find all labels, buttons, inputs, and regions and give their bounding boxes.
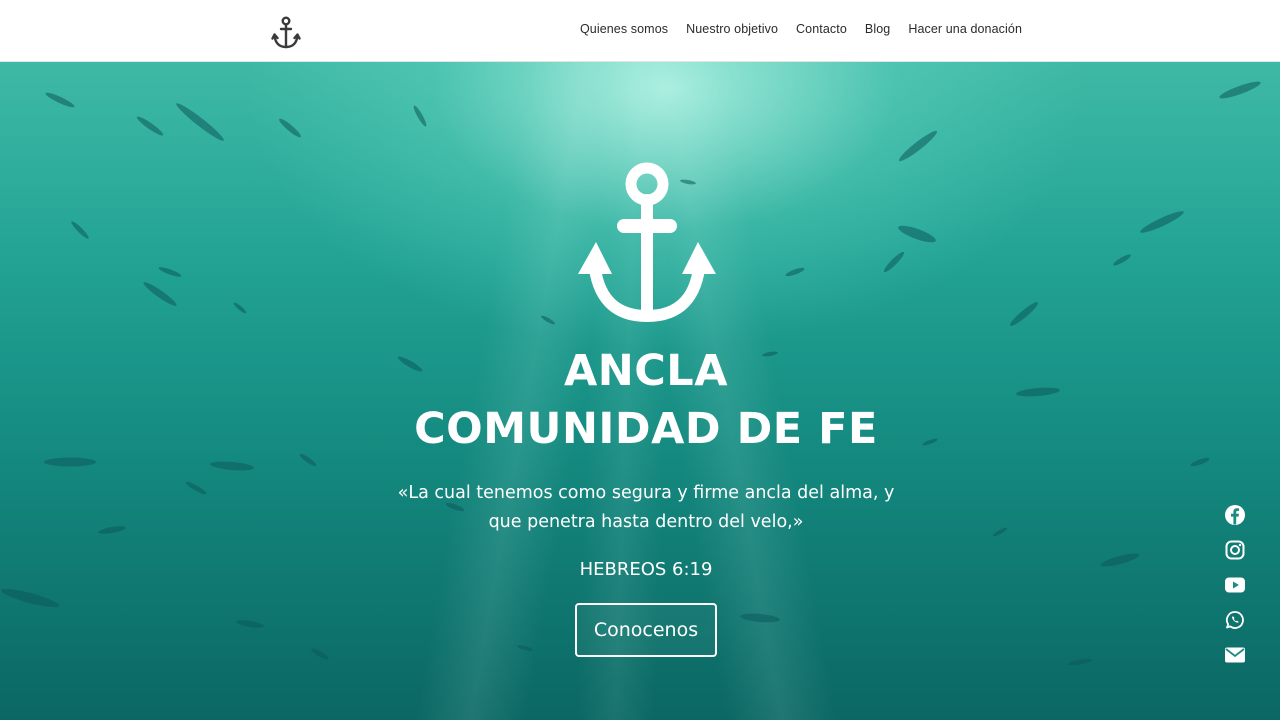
bible-quote: «La cual tenemos como segura y firme anc…: [370, 479, 922, 537]
nav-nuestro-objetivo[interactable]: Nuestro objetivo: [686, 22, 778, 36]
nav-hacer-una-donacion[interactable]: Hacer una donación: [908, 22, 1022, 36]
instagram-icon[interactable]: [1222, 537, 1248, 563]
whatsapp-icon[interactable]: [1222, 607, 1248, 633]
site-header: Quienes somos Nuestro objetivo Contacto …: [0, 0, 1280, 62]
youtube-icon[interactable]: [1222, 572, 1248, 598]
conocenos-button[interactable]: Conocenos: [575, 603, 717, 657]
anchor-icon: [578, 162, 716, 322]
hero-content: ANCLA COMUNIDAD DE FE «La cual tenemos c…: [0, 62, 1280, 720]
social-links: [1222, 500, 1248, 670]
quote-line-2: que penetra hasta dentro del velo,»: [488, 512, 804, 532]
email-icon[interactable]: [1222, 642, 1248, 668]
anchor-logo-icon[interactable]: [271, 16, 301, 50]
page-title: ANCLA COMUNIDAD DE FE: [340, 342, 952, 458]
quote-line-1: «La cual tenemos como segura y firme anc…: [397, 483, 895, 503]
title-line-1: ANCLA: [563, 346, 728, 396]
hero-section: ANCLA COMUNIDAD DE FE «La cual tenemos c…: [0, 62, 1280, 720]
nav-contacto[interactable]: Contacto: [796, 22, 847, 36]
nav-blog[interactable]: Blog: [865, 22, 890, 36]
nav-quienes-somos[interactable]: Quienes somos: [580, 22, 668, 36]
facebook-icon[interactable]: [1222, 502, 1248, 528]
title-line-2: COMUNIDAD DE FE: [414, 404, 878, 454]
main-nav: Quienes somos Nuestro objetivo Contacto …: [580, 0, 1022, 58]
bible-reference: HEBREOS 6:19: [579, 559, 713, 580]
